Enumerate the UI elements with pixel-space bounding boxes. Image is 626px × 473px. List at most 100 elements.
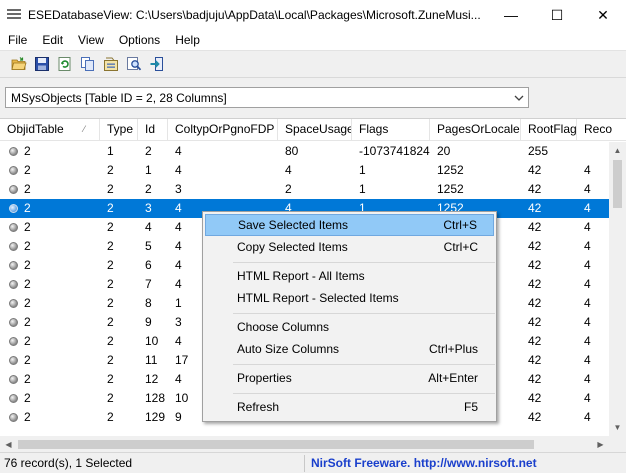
- record-bullet-icon: [9, 413, 18, 422]
- cell-text: 2: [24, 372, 31, 386]
- table-cell: 2: [0, 142, 100, 161]
- table-cell: 3: [145, 201, 152, 215]
- column-header-coltyporpgnofdp[interactable]: ColtypOrPgnoFDP: [168, 119, 278, 141]
- table-cell: 42: [528, 258, 542, 272]
- table-cell: 2: [107, 239, 114, 253]
- column-header-objidtable[interactable]: ObjidTable ⁄: [0, 119, 100, 141]
- menu-item-auto-size-columns[interactable]: Auto Size Columns Ctrl+Plus: [205, 338, 494, 360]
- table-cell: 2: [0, 332, 100, 351]
- table-cell: 128: [145, 391, 166, 405]
- table-cell: 2: [145, 182, 152, 196]
- table-cell: 4: [584, 315, 591, 329]
- copy-icon[interactable]: [78, 54, 98, 74]
- menu-item-copy-selected-items[interactable]: Copy Selected Items Ctrl+C: [205, 236, 494, 258]
- horizontal-scroll-thumb[interactable]: [18, 440, 534, 449]
- minimize-button[interactable]: —: [488, 0, 534, 30]
- scrollbar-corner: [609, 436, 626, 452]
- menu-item-properties[interactable]: Properties Alt+Enter: [205, 367, 494, 389]
- table-cell: 42: [528, 372, 542, 386]
- table-cell: 2: [285, 182, 292, 196]
- sort-indicator-icon: ⁄: [83, 124, 85, 134]
- menu-item-html-report-selected-items[interactable]: HTML Report - Selected Items: [205, 287, 494, 309]
- find-icon[interactable]: [124, 54, 144, 74]
- table-cell: 42: [528, 277, 542, 291]
- table-cell: 2: [0, 256, 100, 275]
- table-cell: 2: [145, 144, 152, 158]
- menu-help[interactable]: Help: [167, 33, 207, 47]
- scroll-right-icon[interactable]: ▶: [592, 436, 609, 452]
- table-cell: 20: [437, 144, 451, 158]
- maximize-button[interactable]: ☐: [534, 0, 580, 30]
- menu-item-save-selected-items[interactable]: Save Selected Items Ctrl+S: [205, 214, 494, 236]
- horizontal-scrollbar[interactable]: ◀ ▶: [0, 436, 609, 452]
- table-row[interactable]: 2 2 2 3 2 1 1252 42 4: [0, 180, 610, 199]
- table-row[interactable]: 2 1 2 4 80 -1073741824 20 255: [0, 142, 610, 161]
- table-cell: 10: [145, 334, 159, 348]
- scroll-down-icon[interactable]: ▼: [609, 419, 626, 436]
- column-header-id[interactable]: Id: [138, 119, 168, 141]
- column-header-rootflag[interactable]: RootFlag: [521, 119, 577, 141]
- table-cell: 4: [584, 220, 591, 234]
- menu-options[interactable]: Options: [111, 33, 167, 47]
- cell-text: 2: [24, 144, 31, 158]
- record-bullet-icon: [9, 166, 18, 175]
- close-button[interactable]: ✕: [580, 0, 626, 30]
- column-header-pagesorlocale[interactable]: PagesOrLocale: [430, 119, 521, 141]
- column-header-reco[interactable]: Reco: [577, 119, 626, 141]
- properties-icon[interactable]: [101, 54, 121, 74]
- menu-item-html-report-all-items[interactable]: HTML Report - All Items: [205, 265, 494, 287]
- table-row[interactable]: 2 2 1 4 4 1 1252 42 4: [0, 161, 610, 180]
- save-icon[interactable]: [32, 54, 52, 74]
- table-cell: [577, 142, 610, 161]
- table-cell: 11: [145, 353, 158, 367]
- exit-icon[interactable]: [147, 54, 167, 74]
- refresh-icon[interactable]: [55, 54, 75, 74]
- column-header-spaceusage[interactable]: SpaceUsage: [278, 119, 352, 141]
- column-header-type[interactable]: Type: [100, 119, 138, 141]
- table-cell: 2: [0, 370, 100, 389]
- table-cell: 2: [0, 313, 100, 332]
- table-cell: 1: [359, 182, 366, 196]
- table-cell: 2: [0, 351, 100, 370]
- cell-text: 2: [24, 315, 31, 329]
- open-folder-icon[interactable]: [9, 54, 29, 74]
- table-cell: 42: [528, 163, 542, 177]
- record-bullet-icon: [9, 242, 18, 251]
- table-cell: 2: [0, 199, 100, 218]
- column-header-flags[interactable]: Flags: [352, 119, 430, 141]
- table-cell: 2: [107, 258, 114, 272]
- menu-item-choose-columns[interactable]: Choose Columns: [205, 316, 494, 338]
- menu-file[interactable]: File: [0, 33, 34, 47]
- table-selector-dropdown[interactable]: MSysObjects [Table ID = 2, 28 Columns]: [5, 87, 529, 108]
- chevron-down-icon: [514, 95, 524, 101]
- menu-view[interactable]: View: [70, 33, 111, 47]
- table-cell: 2: [107, 201, 114, 215]
- title-bar: ESEDatabaseView: C:\Users\badjuju\AppDat…: [0, 0, 626, 30]
- record-bullet-icon: [9, 280, 18, 289]
- record-bullet-icon: [9, 299, 18, 308]
- vertical-scroll-thumb[interactable]: [613, 160, 622, 208]
- table-selector-panel: MSysObjects [Table ID = 2, 28 Columns]: [0, 78, 626, 118]
- table-cell: 42: [528, 296, 542, 310]
- table-cell: 4: [175, 163, 182, 177]
- scroll-left-icon[interactable]: ◀: [0, 436, 17, 452]
- menu-edit[interactable]: Edit: [34, 33, 70, 47]
- table-cell: 2: [107, 163, 114, 177]
- menu-item-refresh[interactable]: Refresh F5: [205, 396, 494, 418]
- table-cell: 4: [584, 258, 591, 272]
- table-cell: 4: [584, 334, 591, 348]
- scroll-up-icon[interactable]: ▲: [609, 142, 626, 159]
- table-cell: 42: [528, 315, 542, 329]
- record-bullet-icon: [9, 318, 18, 327]
- table-cell: 1: [145, 163, 152, 177]
- column-header-row: ObjidTable ⁄ Type Id ColtypOrPgnoFDP Spac…: [0, 119, 626, 141]
- table-cell: 2: [107, 391, 114, 405]
- nirsoft-link[interactable]: NirSoft Freeware. http://www.nirsoft.net: [305, 455, 537, 472]
- table-cell: 4: [584, 296, 591, 310]
- vertical-scrollbar[interactable]: ▲ ▼: [609, 142, 626, 436]
- table-cell: 2: [0, 161, 100, 180]
- record-bullet-icon: [9, 261, 18, 270]
- table-cell: 6: [145, 258, 152, 272]
- table-cell: 2: [0, 294, 100, 313]
- menu-separator: [233, 364, 495, 365]
